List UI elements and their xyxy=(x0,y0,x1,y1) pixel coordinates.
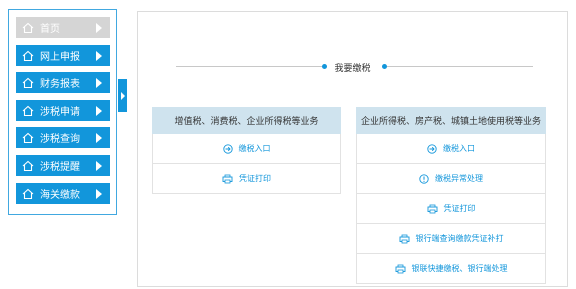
sidebar-item-label: 海关缴款 xyxy=(40,190,80,201)
print-icon xyxy=(222,174,233,183)
sidebar-item-tax-query[interactable]: 涉税查询 xyxy=(16,127,110,148)
sidebar-item-label: 涉税申请 xyxy=(40,107,80,118)
arrow-right-icon xyxy=(96,22,102,33)
arrow-right-icon xyxy=(96,160,102,171)
bank-voucher-reprint-link[interactable]: 银行端查询缴款凭证补打 xyxy=(356,224,546,254)
main-panel: 我要缴税 增值税、消费税、企业所得税等业务 缴税入口 凭证打印 企业所得税、房产… xyxy=(137,11,568,287)
column-header: 企业所得税、房产税、城镇土地使用税等业务 xyxy=(356,107,546,134)
divider xyxy=(387,66,533,67)
link-label: 凭证打印 xyxy=(239,174,271,183)
print-icon xyxy=(427,204,437,213)
arrow-right-icon xyxy=(96,105,102,116)
sidebar-item-label: 网上申报 xyxy=(40,52,80,63)
enter-icon xyxy=(427,143,437,154)
home-icon xyxy=(22,77,34,88)
pay-tax-entry-link[interactable]: 缴税入口 xyxy=(356,134,546,164)
print-icon xyxy=(399,234,409,243)
home-icon xyxy=(22,132,34,143)
sidebar-item-label: 涉税查询 xyxy=(40,134,80,145)
sidebar-item-home[interactable]: 首页 xyxy=(16,17,110,38)
link-label: 银行端查询缴款凭证补打 xyxy=(415,234,504,243)
arrow-right-icon xyxy=(96,132,102,143)
link-label: 凭证打印 xyxy=(443,204,476,213)
sidebar-item-customs-payment[interactable]: 海关缴款 xyxy=(16,183,110,204)
tax-exception-link[interactable]: 缴税异常处理 xyxy=(356,164,546,194)
property-tax-business-column: 企业所得税、房产税、城镇土地使用税等业务 缴税入口 缴税异常处理 凭证打印 银行… xyxy=(356,107,546,284)
pay-tax-entry-link[interactable]: 缴税入口 xyxy=(152,134,341,164)
sidebar-nav: 首页 网上申报 财务报表 涉税申请 涉税查询 涉税提醒 海关缴款 xyxy=(8,9,117,215)
home-icon xyxy=(22,22,34,33)
enter-icon xyxy=(222,143,233,154)
page-title: 我要缴税 xyxy=(334,64,371,74)
print-icon xyxy=(395,264,405,273)
home-icon xyxy=(22,160,34,171)
unionpay-quick-pay-link[interactable]: 银联快捷缴税、银行端处理 xyxy=(356,254,546,284)
sidebar-item-tax-application[interactable]: 涉税申请 xyxy=(16,100,110,121)
sidebar-item-label: 涉税提醒 xyxy=(40,162,80,173)
vat-business-column: 增值税、消费税、企业所得税等业务 缴税入口 凭证打印 xyxy=(152,107,341,194)
column-header: 增值税、消费税、企业所得税等业务 xyxy=(152,107,341,134)
home-icon xyxy=(22,50,34,61)
voucher-print-link[interactable]: 凭证打印 xyxy=(356,194,546,224)
link-label: 缴税异常处理 xyxy=(435,174,483,183)
arrow-right-icon xyxy=(96,77,102,88)
link-label: 缴税入口 xyxy=(238,144,271,153)
sidebar-item-label: 财务报表 xyxy=(40,79,80,90)
section-title: 我要缴税 xyxy=(138,60,567,74)
alert-icon xyxy=(419,173,429,184)
sidebar-item-financial-statements[interactable]: 财务报表 xyxy=(16,72,110,93)
link-label: 缴税入口 xyxy=(443,144,475,153)
sidebar-item-tax-reminder[interactable]: 涉税提醒 xyxy=(16,155,110,176)
home-icon xyxy=(22,188,34,199)
sidebar-item-label: 首页 xyxy=(40,24,60,35)
arrow-right-icon xyxy=(96,188,102,199)
arrow-right-icon xyxy=(96,50,102,61)
voucher-print-link[interactable]: 凭证打印 xyxy=(152,164,341,194)
sidebar-collapse-button[interactable] xyxy=(118,79,127,112)
link-label: 银联快捷缴税、银行端处理 xyxy=(411,264,508,273)
arrow-right-icon xyxy=(120,91,125,100)
home-icon xyxy=(22,105,34,116)
sidebar-item-online-filing[interactable]: 网上申报 xyxy=(16,45,110,66)
